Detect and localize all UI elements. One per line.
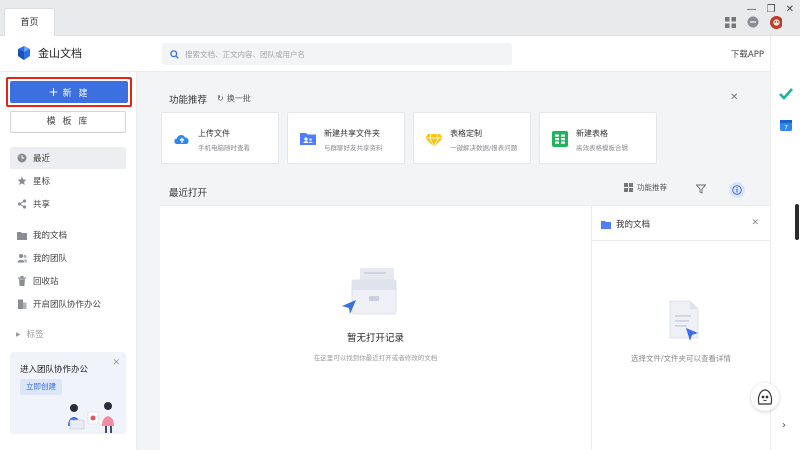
tab-home[interactable]: 首页: [4, 8, 55, 36]
new-button-highlight: + 新 建: [6, 77, 132, 107]
search-input[interactable]: [185, 49, 485, 59]
tab-bar: 首页 — ❐ ✕: [0, 0, 800, 36]
card-title: 新建共享文件夹: [324, 129, 380, 138]
apps-grid-icon[interactable]: [724, 16, 736, 28]
team-promo-card: 进入团队协作办公 ✕ 立即创建: [10, 352, 126, 434]
caret-right-icon: ▶: [16, 330, 21, 338]
sidebar-item-recent[interactable]: 最近: [10, 147, 126, 169]
card-subtitle: 手机电脑随时查看: [198, 144, 250, 152]
chevron-right-icon[interactable]: ›: [782, 420, 786, 431]
promo-close-icon[interactable]: ✕: [112, 358, 120, 368]
close-window-icon[interactable]: ✕: [786, 4, 794, 15]
tags-section[interactable]: ▶ 标签: [16, 328, 44, 340]
my-docs-panel: 我的文档 ✕ 选择文件/文件夹可以查看详情: [591, 205, 770, 450]
promo-title: 进入团队协作办公: [20, 365, 89, 375]
sidebar-item-label: 星标: [33, 177, 51, 187]
feature-recommend-toggle[interactable]: 功能推荐: [624, 182, 667, 193]
refresh-label: 换一批: [226, 94, 251, 103]
grid-icon: [624, 183, 633, 192]
team-illustration-icon: [68, 402, 114, 433]
sidebar-item-shared[interactable]: 共享: [10, 193, 126, 215]
brand-logo[interactable]: 金山文档: [16, 45, 82, 61]
diamond-icon: [425, 133, 443, 148]
team-icon: [17, 253, 27, 263]
cloud-upload-icon: [174, 134, 189, 144]
divider: [592, 240, 770, 241]
feature-card-upload[interactable]: 上传文件 手机电脑随时查看: [161, 112, 279, 164]
app-header: 金山文档 下载APP: [0, 36, 770, 72]
avatar[interactable]: [770, 15, 782, 29]
assistant-mascot-icon[interactable]: [751, 383, 779, 411]
promo-create-button[interactable]: 立即创建: [20, 379, 62, 395]
filter-icon[interactable]: [695, 184, 707, 197]
template-library-button[interactable]: 模 板 库: [10, 111, 126, 133]
new-button[interactable]: + 新 建: [10, 81, 128, 103]
trash-icon: [17, 276, 27, 286]
sidebar: + 新 建 模 板 库 最近 星标 共享 我的文档 我的团队 回收站 开启团队协…: [0, 72, 137, 450]
feature-recommend-label: 功能推荐: [637, 183, 667, 192]
search-box[interactable]: [162, 43, 512, 65]
star-icon: [17, 176, 27, 186]
scrollbar-thumb[interactable]: [795, 204, 799, 240]
card-title: 新建表格: [576, 129, 608, 138]
card-subtitle: 高效表格模板合辑: [576, 144, 628, 152]
sidebar-item-my-docs[interactable]: 我的文档: [10, 224, 126, 246]
card-title: 上传文件: [198, 129, 230, 138]
feature-card-shared-folder[interactable]: 新建共享文件夹 与群聊好友共享资料: [287, 112, 405, 164]
document-illustration-icon: [669, 300, 699, 341]
new-button-label: 新 建: [62, 88, 90, 99]
sidebar-item-trash[interactable]: 回收站: [10, 270, 126, 292]
building-icon: [17, 299, 27, 309]
clock-icon: [17, 153, 27, 163]
info-icon[interactable]: [729, 182, 745, 198]
sidebar-item-label: 最近: [33, 154, 51, 164]
sheet-icon: [552, 131, 568, 147]
restore-icon[interactable]: ❐: [767, 4, 776, 15]
my-docs-title: 我的文档: [616, 220, 651, 230]
folder-icon: [17, 230, 27, 240]
my-docs-hint: 选择文件/文件夹可以查看详情: [630, 354, 732, 363]
minimize-icon[interactable]: —: [747, 4, 757, 15]
search-icon: [170, 49, 179, 59]
refresh-features-button[interactable]: ↻ 换一批: [217, 93, 251, 104]
tags-label: 标签: [26, 330, 44, 340]
empty-box-illustration-icon: [342, 268, 397, 315]
features-title: 功能推荐: [169, 95, 208, 106]
sidebar-item-label: 回收站: [33, 277, 59, 287]
chat-icon[interactable]: [747, 16, 759, 28]
brand-name: 金山文档: [38, 47, 82, 60]
tab-toolbar: [724, 15, 782, 29]
checkmark-app-icon[interactable]: [779, 87, 793, 101]
shared-folder-icon: [300, 133, 316, 145]
card-subtitle: 与群聊好友共享资料: [324, 144, 383, 152]
main-content: 功能推荐 ↻ 换一批 ✕ 上传文件 手机电脑随时查看 新建共享文件夹 与群聊好友…: [137, 72, 770, 450]
my-docs-header: 我的文档: [601, 218, 650, 230]
feature-card-table-custom[interactable]: 表格定制 一键解决数据/报表问题: [413, 112, 531, 164]
share-icon: [17, 199, 27, 209]
download-app-link[interactable]: 下载APP: [731, 48, 764, 60]
sidebar-item-label: 共享: [33, 200, 51, 210]
sidebar-item-label: 开启团队协作办公: [33, 300, 102, 310]
feature-card-new-sheet[interactable]: 新建表格 高效表格模板合辑: [539, 112, 657, 164]
plus-icon: +: [48, 85, 59, 99]
svg-text:7: 7: [784, 124, 788, 132]
sidebar-item-my-team[interactable]: 我的团队: [10, 247, 126, 269]
sidebar-item-team-collab[interactable]: 开启团队协作办公: [10, 293, 126, 315]
recent-title: 最近打开: [169, 188, 208, 199]
refresh-icon: ↻: [217, 94, 224, 103]
sidebar-item-label: 我的文档: [33, 231, 68, 241]
sidebar-item-starred[interactable]: 星标: [10, 170, 126, 192]
card-subtitle: 一键解决数据/报表问题: [450, 144, 518, 152]
card-title: 表格定制: [450, 129, 482, 138]
calendar-icon[interactable]: 7: [779, 118, 793, 132]
empty-state-title: 暂无打开记录: [346, 333, 404, 344]
folder-icon: [601, 220, 611, 229]
kdocs-logo-icon: [18, 46, 30, 60]
empty-state-subtitle: 在这里可以找到你最近打开或者修改的文档: [313, 354, 438, 362]
sidebar-item-label: 我的团队: [33, 254, 68, 264]
my-docs-close-icon[interactable]: ✕: [751, 218, 759, 228]
features-close-icon[interactable]: ✕: [730, 92, 738, 103]
recent-files-panel: 暂无打开记录 在这里可以找到你最近打开或者修改的文档: [160, 205, 591, 450]
